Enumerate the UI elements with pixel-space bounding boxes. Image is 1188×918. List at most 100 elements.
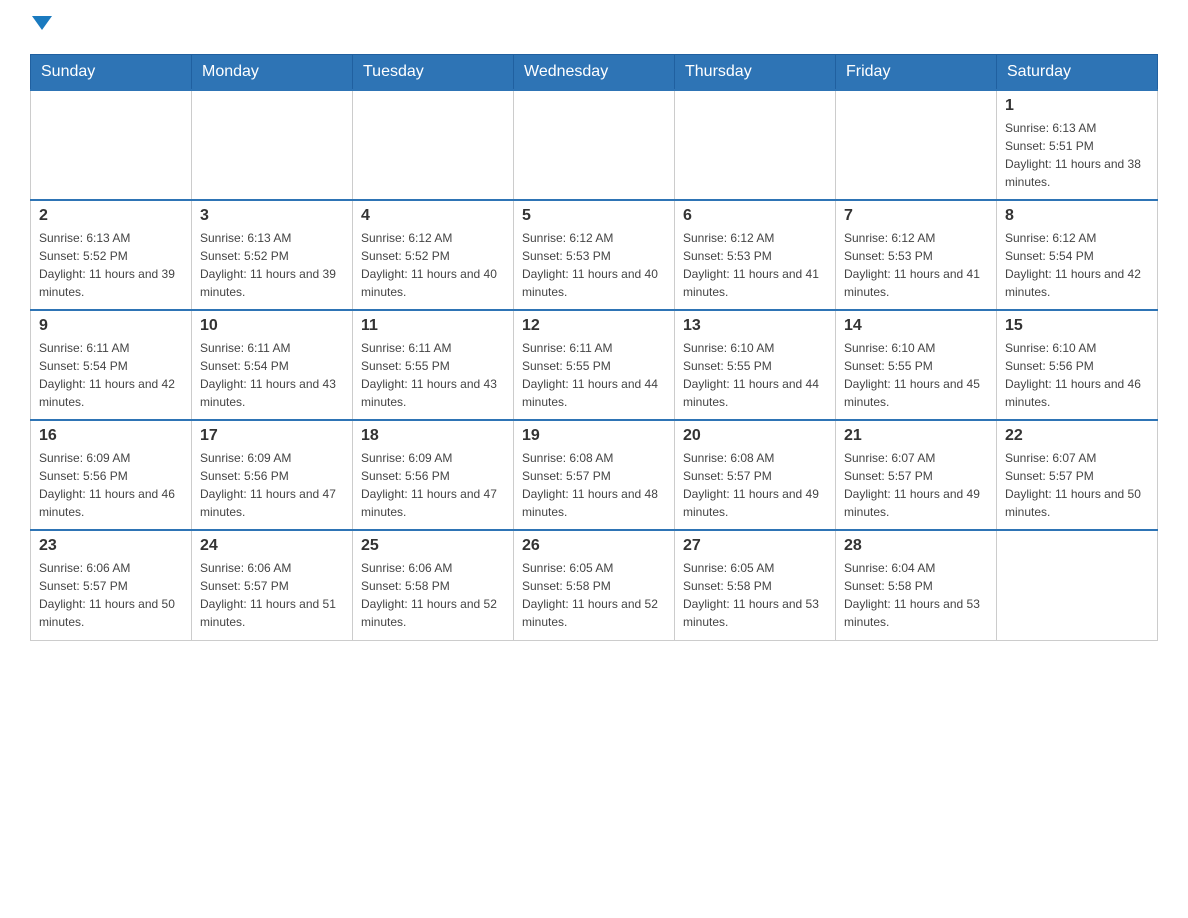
- day-info: Sunrise: 6:13 AM Sunset: 5:52 PM Dayligh…: [200, 229, 344, 301]
- day-cell: 12 Sunrise: 6:11 AM Sunset: 5:55 PM Dayli…: [514, 310, 675, 420]
- day-number: 25: [361, 537, 505, 555]
- weekday-header-thursday: Thursday: [675, 55, 836, 91]
- weekday-header-monday: Monday: [192, 55, 353, 91]
- calendar-table: SundayMondayTuesdayWednesdayThursdayFrid…: [30, 54, 1158, 641]
- day-cell: 19 Sunrise: 6:08 AM Sunset: 5:57 PM Dayli…: [514, 420, 675, 530]
- day-number: 23: [39, 537, 183, 555]
- day-cell: 4 Sunrise: 6:12 AM Sunset: 5:52 PM Daylig…: [353, 200, 514, 310]
- day-info: Sunrise: 6:10 AM Sunset: 5:56 PM Dayligh…: [1005, 339, 1149, 411]
- day-cell: 9 Sunrise: 6:11 AM Sunset: 5:54 PM Daylig…: [31, 310, 192, 420]
- day-info: Sunrise: 6:11 AM Sunset: 5:54 PM Dayligh…: [39, 339, 183, 411]
- day-number: 19: [522, 427, 666, 445]
- day-number: 16: [39, 427, 183, 445]
- day-cell: 11 Sunrise: 6:11 AM Sunset: 5:55 PM Dayli…: [353, 310, 514, 420]
- day-number: 14: [844, 317, 988, 335]
- week-row-3: 9 Sunrise: 6:11 AM Sunset: 5:54 PM Daylig…: [31, 310, 1158, 420]
- day-cell: 23 Sunrise: 6:06 AM Sunset: 5:57 PM Dayli…: [31, 530, 192, 640]
- day-info: Sunrise: 6:10 AM Sunset: 5:55 PM Dayligh…: [844, 339, 988, 411]
- day-number: 1: [1005, 97, 1149, 115]
- day-info: Sunrise: 6:12 AM Sunset: 5:53 PM Dayligh…: [522, 229, 666, 301]
- day-cell: 13 Sunrise: 6:10 AM Sunset: 5:55 PM Dayli…: [675, 310, 836, 420]
- day-cell: 28 Sunrise: 6:04 AM Sunset: 5:58 PM Dayli…: [836, 530, 997, 640]
- weekday-header-tuesday: Tuesday: [353, 55, 514, 91]
- day-cell: [192, 90, 353, 200]
- logo-arrow-icon: [32, 16, 52, 30]
- day-cell: 24Sunrise: 6:06 AM Sunset: 5:57 PM Dayli…: [192, 530, 353, 640]
- day-cell: 14 Sunrise: 6:10 AM Sunset: 5:55 PM Dayli…: [836, 310, 997, 420]
- day-cell: 22 Sunrise: 6:07 AM Sunset: 5:57 PM Dayli…: [997, 420, 1158, 530]
- day-cell: 1 Sunrise: 6:13 AM Sunset: 5:51 PM Daylig…: [997, 90, 1158, 200]
- day-info: Sunrise: 6:13 AM Sunset: 5:52 PM Dayligh…: [39, 229, 183, 301]
- day-cell: [836, 90, 997, 200]
- day-info: Sunrise: 6:07 AM Sunset: 5:57 PM Dayligh…: [1005, 449, 1149, 521]
- day-info: Sunrise: 6:11 AM Sunset: 5:54 PM Dayligh…: [200, 339, 344, 411]
- day-number: 9: [39, 317, 183, 335]
- day-cell: 17 Sunrise: 6:09 AM Sunset: 5:56 PM Dayli…: [192, 420, 353, 530]
- day-number: 2: [39, 207, 183, 225]
- day-info: Sunrise: 6:12 AM Sunset: 5:52 PM Dayligh…: [361, 229, 505, 301]
- day-cell: 21 Sunrise: 6:07 AM Sunset: 5:57 PM Dayli…: [836, 420, 997, 530]
- day-info: Sunrise: 6:12 AM Sunset: 5:53 PM Dayligh…: [844, 229, 988, 301]
- day-number: 17: [200, 427, 344, 445]
- day-cell: 8 Sunrise: 6:12 AM Sunset: 5:54 PM Daylig…: [997, 200, 1158, 310]
- day-info: Sunrise: 6:09 AM Sunset: 5:56 PM Dayligh…: [361, 449, 505, 521]
- day-cell: 5 Sunrise: 6:12 AM Sunset: 5:53 PM Daylig…: [514, 200, 675, 310]
- weekday-header-row: SundayMondayTuesdayWednesdayThursdayFrid…: [31, 55, 1158, 91]
- day-cell: 26 Sunrise: 6:05 AM Sunset: 5:58 PM Dayli…: [514, 530, 675, 640]
- day-number: 10: [200, 317, 344, 335]
- day-cell: [997, 530, 1158, 640]
- day-cell: 15 Sunrise: 6:10 AM Sunset: 5:56 PM Dayli…: [997, 310, 1158, 420]
- day-cell: [514, 90, 675, 200]
- day-info: Sunrise: 6:12 AM Sunset: 5:53 PM Dayligh…: [683, 229, 827, 301]
- day-cell: 7 Sunrise: 6:12 AM Sunset: 5:53 PM Daylig…: [836, 200, 997, 310]
- day-number: 20: [683, 427, 827, 445]
- weekday-header-sunday: Sunday: [31, 55, 192, 91]
- day-number: 8: [1005, 207, 1149, 225]
- day-number: 18: [361, 427, 505, 445]
- day-info: Sunrise: 6:07 AM Sunset: 5:57 PM Dayligh…: [844, 449, 988, 521]
- day-info: Sunrise: 6:05 AM Sunset: 5:58 PM Dayligh…: [522, 559, 666, 631]
- weekday-header-friday: Friday: [836, 55, 997, 91]
- day-cell: 6 Sunrise: 6:12 AM Sunset: 5:53 PM Daylig…: [675, 200, 836, 310]
- header: [30, 20, 1158, 34]
- day-info: Sunrise: 6:05 AM Sunset: 5:58 PM Dayligh…: [683, 559, 827, 631]
- day-cell: 25 Sunrise: 6:06 AM Sunset: 5:58 PM Dayli…: [353, 530, 514, 640]
- day-info: Sunrise: 6:04 AM Sunset: 5:58 PM Dayligh…: [844, 559, 988, 631]
- day-number: 21: [844, 427, 988, 445]
- day-info: Sunrise: 6:11 AM Sunset: 5:55 PM Dayligh…: [361, 339, 505, 411]
- weekday-header-wednesday: Wednesday: [514, 55, 675, 91]
- day-number: 13: [683, 317, 827, 335]
- day-number: 12: [522, 317, 666, 335]
- logo: [30, 20, 52, 34]
- weekday-header-saturday: Saturday: [997, 55, 1158, 91]
- day-number: 27: [683, 537, 827, 555]
- day-info: Sunrise: 6:06 AM Sunset: 5:58 PM Dayligh…: [361, 559, 505, 631]
- day-info: Sunrise: 6:08 AM Sunset: 5:57 PM Dayligh…: [683, 449, 827, 521]
- week-row-1: 1 Sunrise: 6:13 AM Sunset: 5:51 PM Daylig…: [31, 90, 1158, 200]
- day-number: 28: [844, 537, 988, 555]
- week-row-2: 2 Sunrise: 6:13 AM Sunset: 5:52 PM Daylig…: [31, 200, 1158, 310]
- day-info: Sunrise: 6:09 AM Sunset: 5:56 PM Dayligh…: [200, 449, 344, 521]
- day-cell: 18 Sunrise: 6:09 AM Sunset: 5:56 PM Dayli…: [353, 420, 514, 530]
- day-number: 11: [361, 317, 505, 335]
- day-number: 5: [522, 207, 666, 225]
- day-number: 22: [1005, 427, 1149, 445]
- day-info: Sunrise: 6:13 AM Sunset: 5:51 PM Dayligh…: [1005, 119, 1149, 191]
- day-info: Sunrise: 6:10 AM Sunset: 5:55 PM Dayligh…: [683, 339, 827, 411]
- day-cell: [31, 90, 192, 200]
- day-info: Sunrise: 6:12 AM Sunset: 5:54 PM Dayligh…: [1005, 229, 1149, 301]
- day-cell: 2 Sunrise: 6:13 AM Sunset: 5:52 PM Daylig…: [31, 200, 192, 310]
- day-number: 6: [683, 207, 827, 225]
- day-cell: 10 Sunrise: 6:11 AM Sunset: 5:54 PM Dayli…: [192, 310, 353, 420]
- day-info: Sunrise: 6:06 AM Sunset: 5:57 PM Dayligh…: [39, 559, 183, 631]
- day-number: 26: [522, 537, 666, 555]
- day-info: Sunrise: 6:11 AM Sunset: 5:55 PM Dayligh…: [522, 339, 666, 411]
- day-number: 15: [1005, 317, 1149, 335]
- day-number: 7: [844, 207, 988, 225]
- day-number: 24: [200, 537, 344, 555]
- day-number: 4: [361, 207, 505, 225]
- day-cell: [675, 90, 836, 200]
- week-row-5: 23 Sunrise: 6:06 AM Sunset: 5:57 PM Dayli…: [31, 530, 1158, 640]
- day-cell: 16Sunrise: 6:09 AM Sunset: 5:56 PM Dayli…: [31, 420, 192, 530]
- day-info: Sunrise: 6:08 AM Sunset: 5:57 PM Dayligh…: [522, 449, 666, 521]
